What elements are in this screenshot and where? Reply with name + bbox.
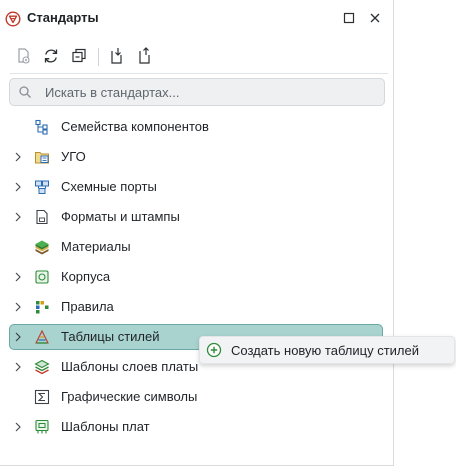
chevron-right-icon[interactable] xyxy=(13,211,23,223)
panel-toolbar xyxy=(0,44,393,70)
refresh-icon[interactable] xyxy=(42,46,60,66)
standards-logo-icon xyxy=(5,11,21,27)
schematic-ports-icon xyxy=(34,179,50,195)
panel-titlebar: Стандарты xyxy=(0,0,393,36)
chevron-right-icon[interactable] xyxy=(13,271,23,283)
import-icon[interactable] xyxy=(108,46,126,66)
tree-item-label: Шаблоны плат xyxy=(61,419,150,434)
document-settings-icon[interactable] xyxy=(15,46,33,66)
tree-item-label: Семейства компонентов xyxy=(61,119,209,134)
toolbar-divider xyxy=(10,73,388,74)
tree-item-label: Форматы и штампы xyxy=(61,209,180,224)
chevron-right-icon[interactable] xyxy=(13,151,23,163)
tree-item-rules[interactable]: Правила xyxy=(9,294,383,320)
toolbar-separator xyxy=(98,48,99,66)
standards-panel: Стандарты Искать в стандартах... Семейст… xyxy=(0,0,394,466)
layer-templates-icon xyxy=(34,359,50,375)
style-tables-icon xyxy=(34,329,50,345)
tree-item-ugo[interactable]: УГО xyxy=(9,144,383,170)
chevron-right-icon[interactable] xyxy=(13,181,23,193)
tree-item-label: Корпуса xyxy=(61,269,111,284)
export-icon[interactable] xyxy=(136,46,154,66)
search-icon xyxy=(18,85,32,99)
close-icon xyxy=(370,13,380,23)
create-style-table-menu-item[interactable]: Создать новую таблицу стилей xyxy=(200,337,454,363)
chevron-right-icon[interactable] xyxy=(13,421,23,433)
search-box xyxy=(9,78,385,106)
tree-item-schematic-ports[interactable]: Схемные порты xyxy=(9,174,383,200)
close-button[interactable] xyxy=(367,10,383,26)
symbols-icon xyxy=(34,149,50,165)
tree-item-label: Материалы xyxy=(61,239,131,254)
chevron-right-icon[interactable] xyxy=(13,361,23,373)
panel-title: Стандарты xyxy=(27,10,99,25)
tree-item-packages[interactable]: Корпуса xyxy=(9,264,383,290)
tree-item-formats-stamps[interactable]: Форматы и штампы xyxy=(9,204,383,230)
chevron-right-icon[interactable] xyxy=(13,301,23,313)
materials-icon xyxy=(34,239,50,255)
collapse-all-icon[interactable] xyxy=(70,46,88,66)
menu-item-label: Создать новую таблицу стилей xyxy=(231,343,420,358)
search-input[interactable] xyxy=(43,80,377,104)
tree-item-label: Схемные порты xyxy=(61,179,157,194)
rules-icon xyxy=(34,299,50,315)
tree-item-label: Шаблоны слоев платы xyxy=(61,359,199,374)
tree-item-board-templates[interactable]: Шаблоны плат xyxy=(9,414,383,440)
tree-item-label: Графические символы xyxy=(61,389,198,404)
maximize-button[interactable] xyxy=(341,10,357,26)
sheet-formats-icon xyxy=(34,209,50,225)
context-menu: Создать новую таблицу стилей xyxy=(199,336,455,364)
graphic-symbols-icon xyxy=(34,389,50,405)
tree-item-materials[interactable]: Материалы xyxy=(9,234,383,260)
component-family-icon xyxy=(34,119,50,135)
tree-item-graphic-symbols[interactable]: Графические символы xyxy=(9,384,383,410)
chevron-right-icon[interactable] xyxy=(13,331,23,343)
tree-item-label: УГО xyxy=(61,149,86,164)
tree-item-component-families[interactable]: Семейства компонентов xyxy=(9,114,383,140)
tree-item-label: Правила xyxy=(61,299,114,314)
tree-item-label: Таблицы стилей xyxy=(61,329,160,344)
packages-icon xyxy=(34,269,50,285)
add-circle-icon xyxy=(206,342,222,358)
board-templates-icon xyxy=(34,419,50,435)
